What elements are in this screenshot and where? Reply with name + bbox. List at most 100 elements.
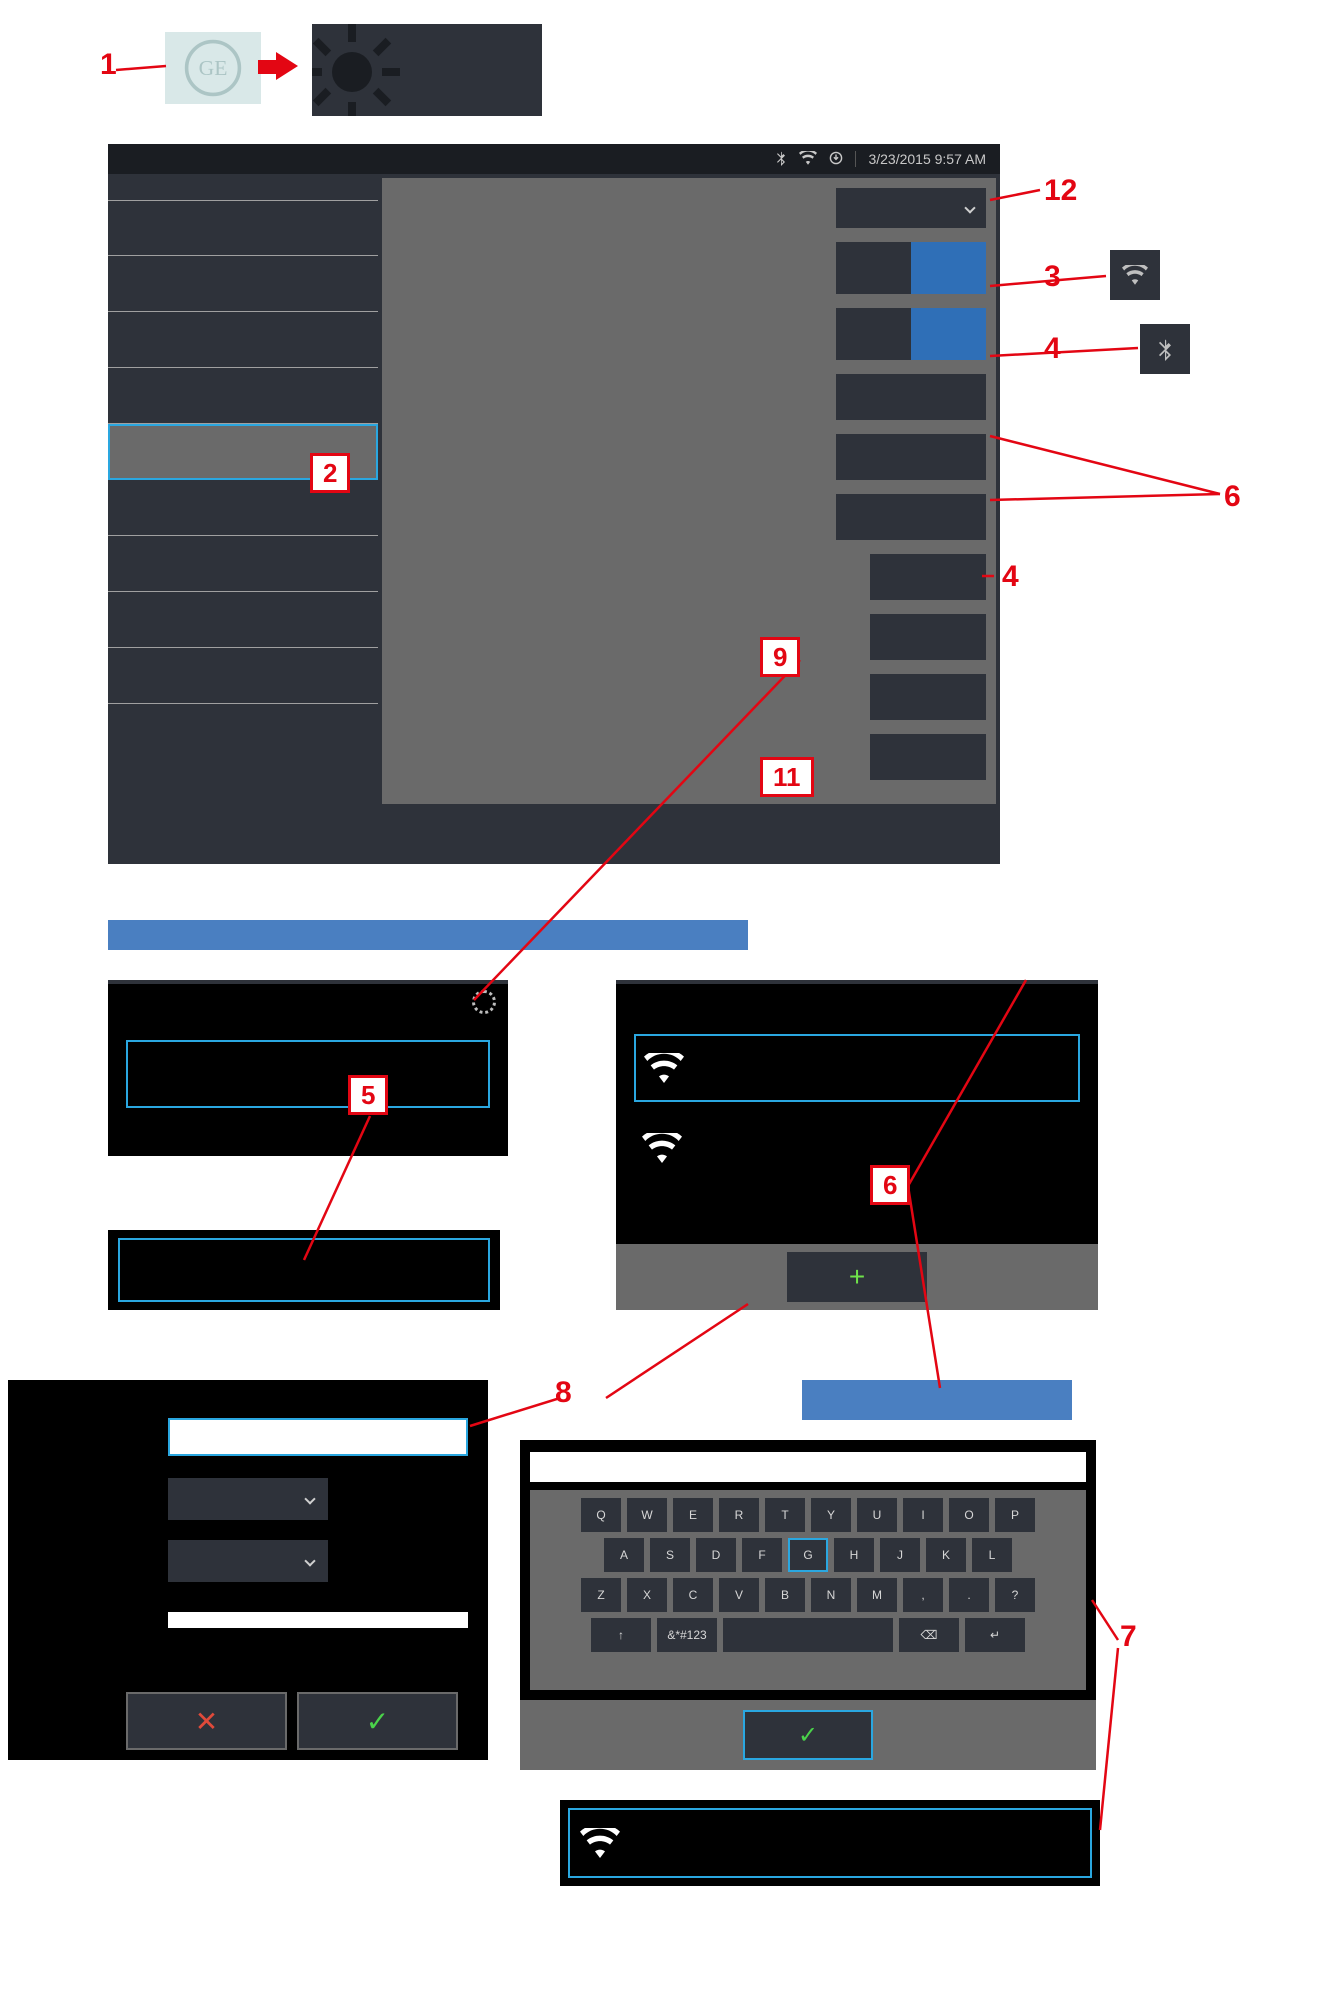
sidebar-item[interactable]	[108, 368, 378, 424]
key-d[interactable]: D	[696, 1538, 736, 1572]
wifi-connected-item[interactable]	[568, 1808, 1092, 1878]
key-q[interactable]: Q	[581, 1498, 621, 1532]
key-k[interactable]: K	[926, 1538, 966, 1572]
download-icon	[829, 151, 843, 168]
key-l[interactable]: L	[972, 1538, 1012, 1572]
key-a[interactable]: A	[604, 1538, 644, 1572]
toggle-bluetooth[interactable]	[836, 308, 986, 360]
gear-icon	[312, 24, 402, 116]
settings-button-c[interactable]	[836, 494, 986, 540]
key-m[interactable]: M	[857, 1578, 897, 1612]
settings-button-d[interactable]	[870, 554, 986, 600]
wifi-connected-panel	[560, 1800, 1100, 1886]
key-e[interactable]: E	[673, 1498, 713, 1532]
keyboard-done-button[interactable]: ✓	[743, 1710, 873, 1760]
callout-3: 3	[1044, 260, 1061, 294]
callout-2: 2	[310, 453, 350, 493]
key-period[interactable]: .	[949, 1578, 989, 1612]
key-i[interactable]: I	[903, 1498, 943, 1532]
key-f[interactable]: F	[742, 1538, 782, 1572]
callout-12: 12	[1044, 174, 1077, 208]
loading-spinner-icon	[472, 990, 496, 1014]
key-g[interactable]: G	[788, 1538, 828, 1572]
cancel-button[interactable]: ✕	[126, 1692, 287, 1750]
key-v[interactable]: V	[719, 1578, 759, 1612]
key-shift[interactable]: ↑	[591, 1618, 651, 1652]
add-network-button[interactable]: +	[787, 1252, 927, 1302]
security-select[interactable]	[168, 1478, 328, 1520]
wifi-networks-panel: +	[616, 980, 1098, 1310]
add-network-bar: +	[616, 1244, 1098, 1310]
callout-4b: 4	[1002, 560, 1019, 594]
settings-gear-button[interactable]	[312, 24, 542, 116]
key-w[interactable]: W	[627, 1498, 667, 1532]
keyboard-text-input[interactable]	[530, 1452, 1086, 1482]
key-z[interactable]: Z	[581, 1578, 621, 1612]
datetime-text: 3/23/2015 9:57 AM	[868, 151, 986, 167]
key-b[interactable]: B	[765, 1578, 805, 1612]
connection-input[interactable]	[118, 1238, 490, 1302]
key-j[interactable]: J	[880, 1538, 920, 1572]
onscreen-keyboard: Q W E R T Y U I O P A S D F G H J K L	[530, 1490, 1086, 1690]
key-y[interactable]: Y	[811, 1498, 851, 1532]
key-space[interactable]	[723, 1618, 893, 1652]
wifi-network-item[interactable]	[634, 1034, 1080, 1102]
ge-logo-button[interactable]: GE	[165, 32, 261, 104]
key-s[interactable]: S	[650, 1538, 690, 1572]
confirm-button[interactable]: ✓	[297, 1692, 458, 1750]
sidebar-item[interactable]	[108, 200, 378, 256]
key-p[interactable]: P	[995, 1498, 1035, 1532]
key-comma[interactable]: ,	[903, 1578, 943, 1612]
keyboard-done-bar: ✓	[520, 1700, 1096, 1770]
sidebar-item[interactable]	[108, 648, 378, 704]
eap-method-select[interactable]	[168, 1540, 328, 1582]
sidebar-item[interactable]	[108, 312, 378, 368]
cross-icon: ✕	[195, 1705, 218, 1738]
settings-button-g[interactable]	[870, 734, 986, 780]
settings-button-a[interactable]	[836, 374, 986, 420]
chevron-down-icon	[304, 1493, 315, 1504]
sidebar-item[interactable]	[108, 256, 378, 312]
check-icon: ✓	[366, 1705, 389, 1738]
key-t[interactable]: T	[765, 1498, 805, 1532]
arrow-icon-head	[276, 52, 298, 80]
sidebar-item[interactable]	[108, 592, 378, 648]
key-u[interactable]: U	[857, 1498, 897, 1532]
key-x[interactable]: X	[627, 1578, 667, 1612]
callout-6a: 6	[1224, 480, 1241, 514]
key-question[interactable]: ?	[995, 1578, 1035, 1612]
key-n[interactable]: N	[811, 1578, 851, 1612]
add-network-form: ✕ ✓	[8, 1380, 488, 1760]
wifi-network-item[interactable]	[634, 1114, 1080, 1182]
settings-panel	[382, 178, 996, 804]
key-symbols[interactable]: &*#123	[657, 1618, 717, 1652]
password-input[interactable]	[168, 1612, 468, 1628]
key-backspace[interactable]: ⌫	[899, 1618, 959, 1652]
key-r[interactable]: R	[719, 1498, 759, 1532]
network-name-input[interactable]	[168, 1418, 468, 1456]
toggle-wifi[interactable]	[836, 242, 986, 294]
dropdown-connection[interactable]	[836, 188, 986, 228]
key-o[interactable]: O	[949, 1498, 989, 1532]
wifi-icon	[644, 1053, 684, 1083]
settings-button-e[interactable]	[870, 614, 986, 660]
callout-4a: 4	[1044, 332, 1061, 366]
bluetooth-icon	[775, 150, 787, 169]
settings-button-f[interactable]	[870, 674, 986, 720]
wifi-icon	[799, 151, 817, 168]
keyboard-header-bar	[802, 1380, 1072, 1420]
key-c[interactable]: C	[673, 1578, 713, 1612]
key-h[interactable]: H	[834, 1538, 874, 1572]
callout-5: 5	[348, 1075, 388, 1115]
connection-list-item[interactable]	[126, 1040, 490, 1108]
connection-input-panel	[108, 1230, 500, 1310]
callout-8: 8	[555, 1376, 572, 1410]
key-enter[interactable]: ↵	[965, 1618, 1025, 1652]
sidebar-item[interactable]	[108, 536, 378, 592]
settings-window: 3/23/2015 9:57 AM	[108, 144, 1000, 864]
ge-logo-icon: GE	[183, 38, 243, 98]
chevron-down-icon	[304, 1555, 315, 1566]
bluetooth-status-icon	[1140, 324, 1190, 374]
settings-sidebar	[108, 174, 378, 864]
settings-button-b[interactable]	[836, 434, 986, 480]
